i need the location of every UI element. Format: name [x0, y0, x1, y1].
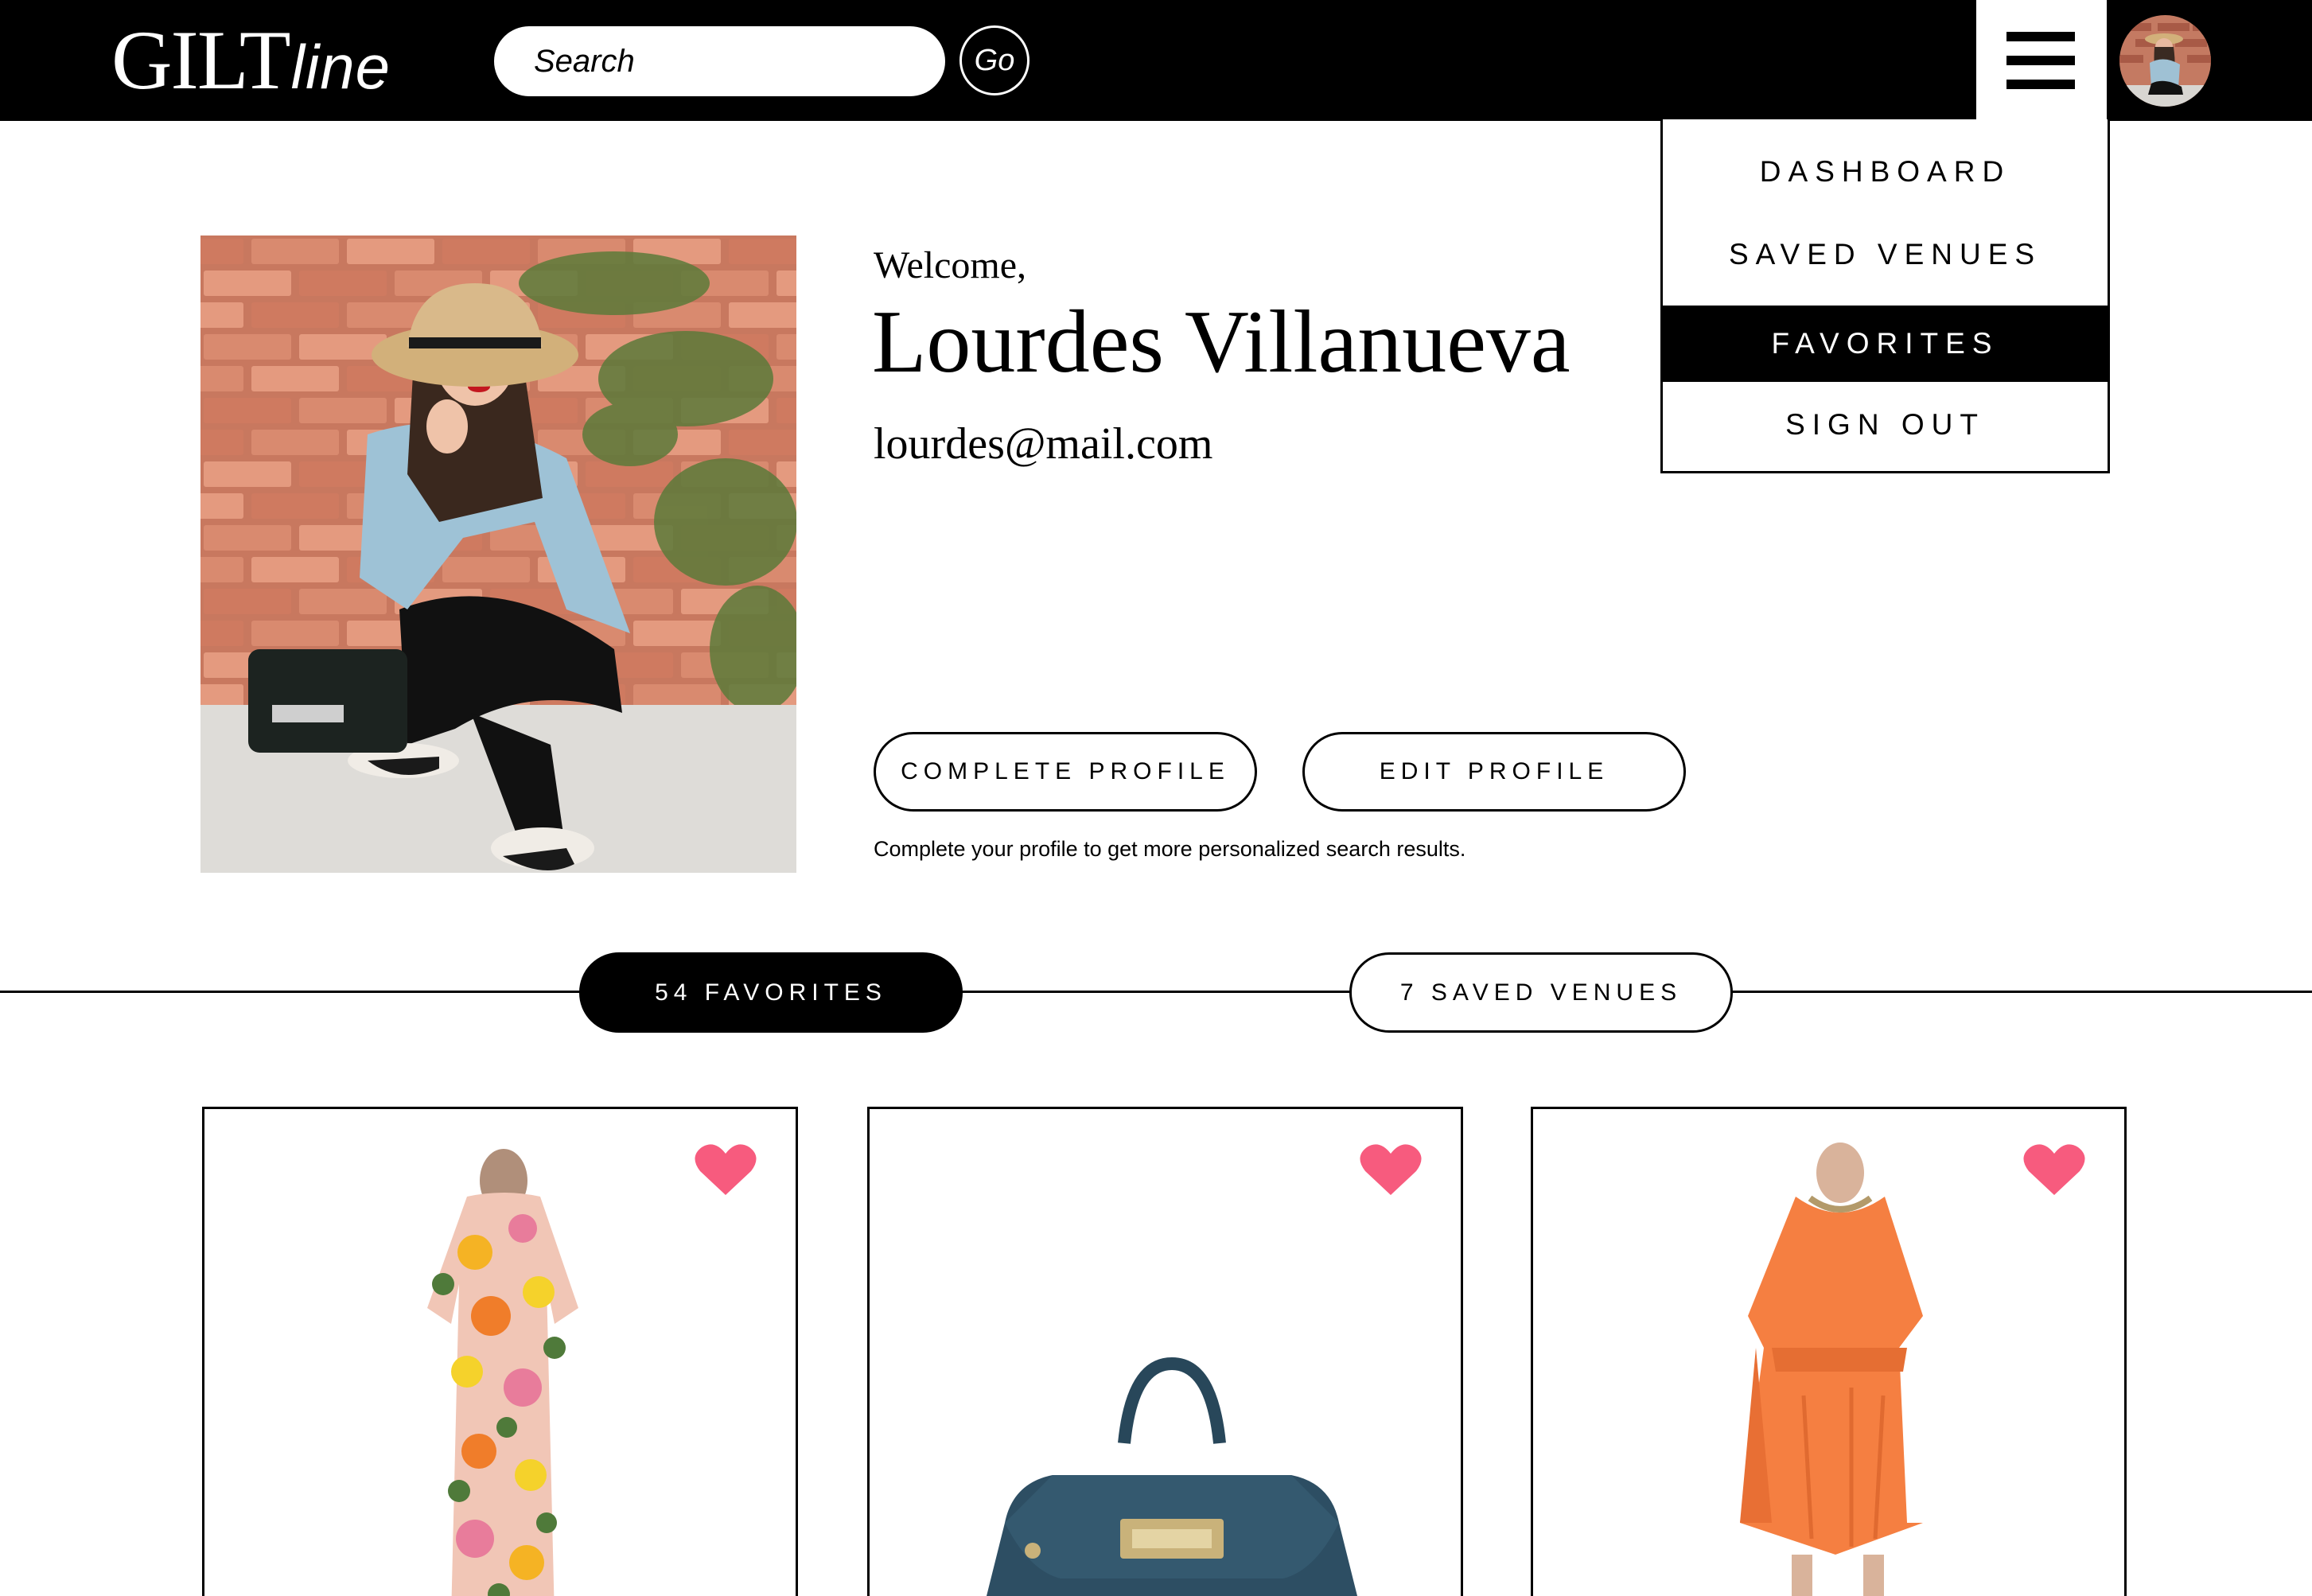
edit-profile-button[interactable]: EDIT PROFILE [1302, 732, 1686, 812]
complete-profile-button[interactable]: COMPLETE PROFILE [874, 732, 1257, 812]
logo-sub: line [290, 32, 391, 102]
menu-item-saved-venues[interactable]: SAVED VENUES [1663, 216, 2108, 293]
hamburger-icon[interactable] [2006, 32, 2075, 89]
user-email: lourdes@mail.com [874, 419, 1213, 469]
user-name: Lourdes Villanueva [872, 293, 1571, 391]
logo[interactable]: GILT line [111, 11, 391, 110]
go-button[interactable]: Go [959, 25, 1030, 95]
tab-favorites[interactable]: 54 FAVORITES [579, 952, 963, 1033]
user-dropdown-menu: DASHBOARD SAVED VENUES FAVORITES SIGN OUT [1660, 119, 2110, 473]
heart-icon[interactable] [1359, 1141, 1423, 1197]
welcome-text: Welcome, [874, 244, 1027, 286]
top-bar: GILT line Go [0, 0, 2312, 121]
menu-item-favorites[interactable]: FAVORITES [1663, 306, 2108, 382]
product-card-floral-dress[interactable] [202, 1107, 798, 1596]
profile-photo [200, 236, 796, 873]
heart-icon[interactable] [694, 1141, 757, 1197]
product-card-handbag[interactable] [867, 1107, 1463, 1596]
section-divider [0, 991, 2312, 993]
logo-main: GILT [111, 14, 291, 107]
search-input[interactable] [494, 26, 945, 96]
menu-item-sign-out[interactable]: SIGN OUT [1663, 387, 2108, 463]
profile-hint: Complete your profile to get more person… [874, 837, 1466, 861]
menu-item-dashboard[interactable]: DASHBOARD [1663, 134, 2108, 210]
product-card-orange-dress[interactable] [1531, 1107, 2127, 1596]
avatar[interactable] [2119, 15, 2211, 107]
heart-icon[interactable] [2022, 1141, 2086, 1197]
tab-saved-venues[interactable]: 7 SAVED VENUES [1349, 952, 1733, 1033]
